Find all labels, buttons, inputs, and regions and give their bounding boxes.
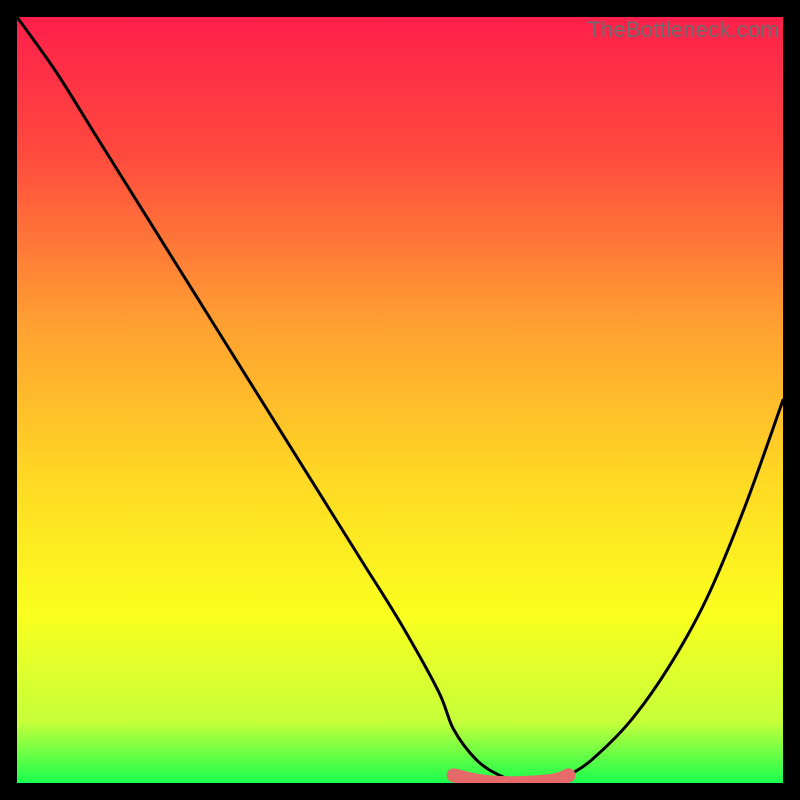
chart-frame: TheBottleneck.com <box>17 17 783 783</box>
bottleneck-chart <box>17 17 783 783</box>
watermark-text: TheBottleneck.com <box>587 17 779 43</box>
optimal-range-marker <box>454 775 569 783</box>
